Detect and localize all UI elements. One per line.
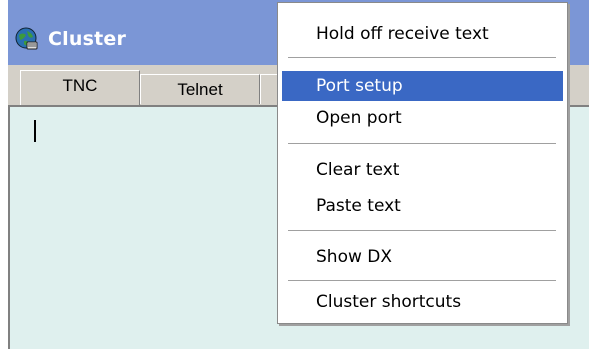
menu-item-show-dx[interactable]: Show DX — [282, 242, 563, 272]
menu-item-paste-text[interactable]: Paste text — [282, 191, 563, 221]
tab-telnet[interactable]: Telnet — [140, 74, 260, 104]
globe-app-icon[interactable] — [15, 27, 39, 51]
menu-item-open-port[interactable]: Open port — [282, 103, 563, 133]
tab-tnc[interactable]: TNC — [20, 70, 140, 105]
menu-separator — [288, 230, 556, 232]
menu-separator — [288, 57, 556, 59]
menu-separator — [288, 143, 556, 145]
menu-item-port-setup[interactable]: Port setup — [282, 71, 563, 101]
menu-item-hold-off-receive-text[interactable]: Hold off receive text — [282, 19, 563, 49]
text-caret — [34, 120, 36, 142]
menu-item-cluster-shortcuts[interactable]: Cluster shortcuts — [282, 287, 563, 317]
context-menu: Hold off receive text Port setup Open po… — [277, 2, 568, 324]
menu-item-clear-text[interactable]: Clear text — [282, 155, 563, 185]
menu-separator — [288, 280, 556, 282]
window-title: Cluster — [48, 28, 127, 50]
